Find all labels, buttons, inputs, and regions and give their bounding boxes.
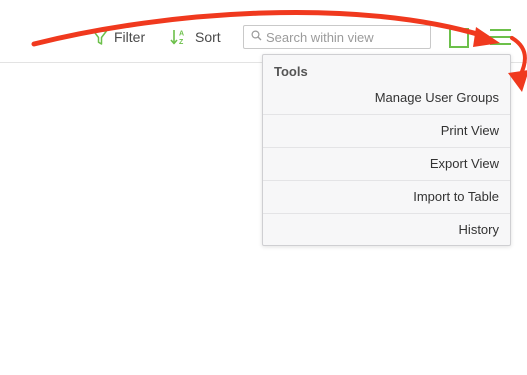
search-box[interactable] [243, 25, 431, 49]
search-input[interactable] [266, 29, 426, 45]
filter-button[interactable]: Filter [92, 26, 145, 48]
menu-item-history[interactable]: History [263, 214, 510, 246]
tools-dropdown-menu: Tools Manage User Groups Print View Expo… [262, 54, 511, 246]
menu-button[interactable] [489, 27, 512, 47]
menu-item-import-to-table[interactable]: Import to Table [263, 181, 510, 213]
filter-icon [92, 29, 108, 46]
window-icon [449, 28, 469, 52]
search-icon [251, 28, 262, 46]
sort-az-icon: A Z [170, 28, 186, 46]
svg-text:A: A [179, 31, 184, 38]
sort-button[interactable]: A Z Sort [170, 26, 221, 48]
menu-item-export-view[interactable]: Export View [263, 148, 510, 180]
menu-item-manage-user-groups[interactable]: Manage User Groups [263, 82, 510, 114]
filter-label: Filter [114, 29, 146, 45]
window-button[interactable] [449, 28, 469, 48]
sort-label: Sort [195, 29, 221, 45]
hamburger-menu-icon [489, 29, 512, 51]
menu-heading: Tools [274, 64, 308, 79]
svg-text:Z: Z [179, 39, 184, 46]
page: Filter A Z Sort Search within view Tools… [0, 0, 527, 375]
menu-item-print-view[interactable]: Print View [263, 115, 510, 147]
